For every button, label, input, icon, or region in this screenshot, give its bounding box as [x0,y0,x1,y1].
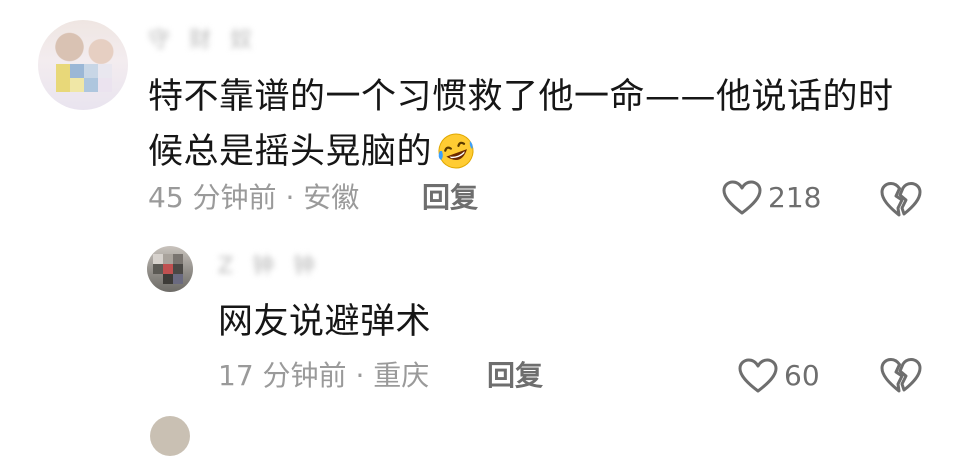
like-button[interactable]: 218 [722,180,821,216]
comment-text-line2: 候总是摇头晃脑的 [148,132,433,172]
heart-outline-icon [738,358,778,394]
meta-separator: · [285,181,295,214]
comment-meta: 45 分钟前 · 安徽 [148,183,359,213]
comment-text-line: 候总是摇头晃脑的 [148,125,938,180]
avatar-pixel [163,274,173,284]
avatar[interactable] [38,20,128,110]
avatar-pixel [163,254,173,264]
username[interactable]: 守 财 奴 [148,30,288,52]
avatar[interactable] [147,246,193,292]
next-comment-avatar[interactable] [150,416,190,456]
comment-text: 网友说避弹术 [218,302,432,342]
avatar-pixel [173,254,183,264]
comment-text-line: 特不靠谱的一个习惯救了他一命——他说话的时 [148,77,894,117]
reply-button[interactable]: 回复 [422,183,478,213]
avatar-pixel [70,64,84,78]
avatar-pixel [163,264,173,274]
comment-time: 45 分钟前 [148,181,277,214]
avatar-pixel [173,264,183,274]
avatar-pixel [173,274,183,284]
avatar-pixel [84,64,98,78]
username[interactable]: Z 钟 钟 [218,256,328,278]
reply-button[interactable]: 回复 [487,361,543,391]
comment-time: 17 分钟前 [218,359,347,392]
heart-outline-icon [722,180,762,216]
comment-meta: 17 分钟前 · 重庆 [218,361,429,391]
comment-location: 重庆 [373,359,430,392]
avatar-pixel [84,78,98,92]
avatar-pixel [56,78,70,92]
comment-text: 特不靠谱的一个习惯救了他一命——他说话的时 候总是摇头晃脑的 [148,70,938,180]
like-button[interactable]: 60 [738,358,820,394]
rofl-emoji-icon [436,131,476,171]
avatar-pixel [70,78,84,92]
comment-location: 安徽 [303,181,360,214]
broken-heart-icon[interactable] [880,181,922,219]
meta-separator: · [355,359,365,392]
broken-heart-icon[interactable] [880,357,922,395]
avatar-pixel [98,78,112,92]
like-count: 218 [768,181,822,214]
avatar-pixel [153,264,163,274]
like-count: 60 [784,359,820,392]
avatar-pixel [98,64,112,78]
avatar-pixel [153,254,163,264]
avatar-pixel [56,64,70,78]
